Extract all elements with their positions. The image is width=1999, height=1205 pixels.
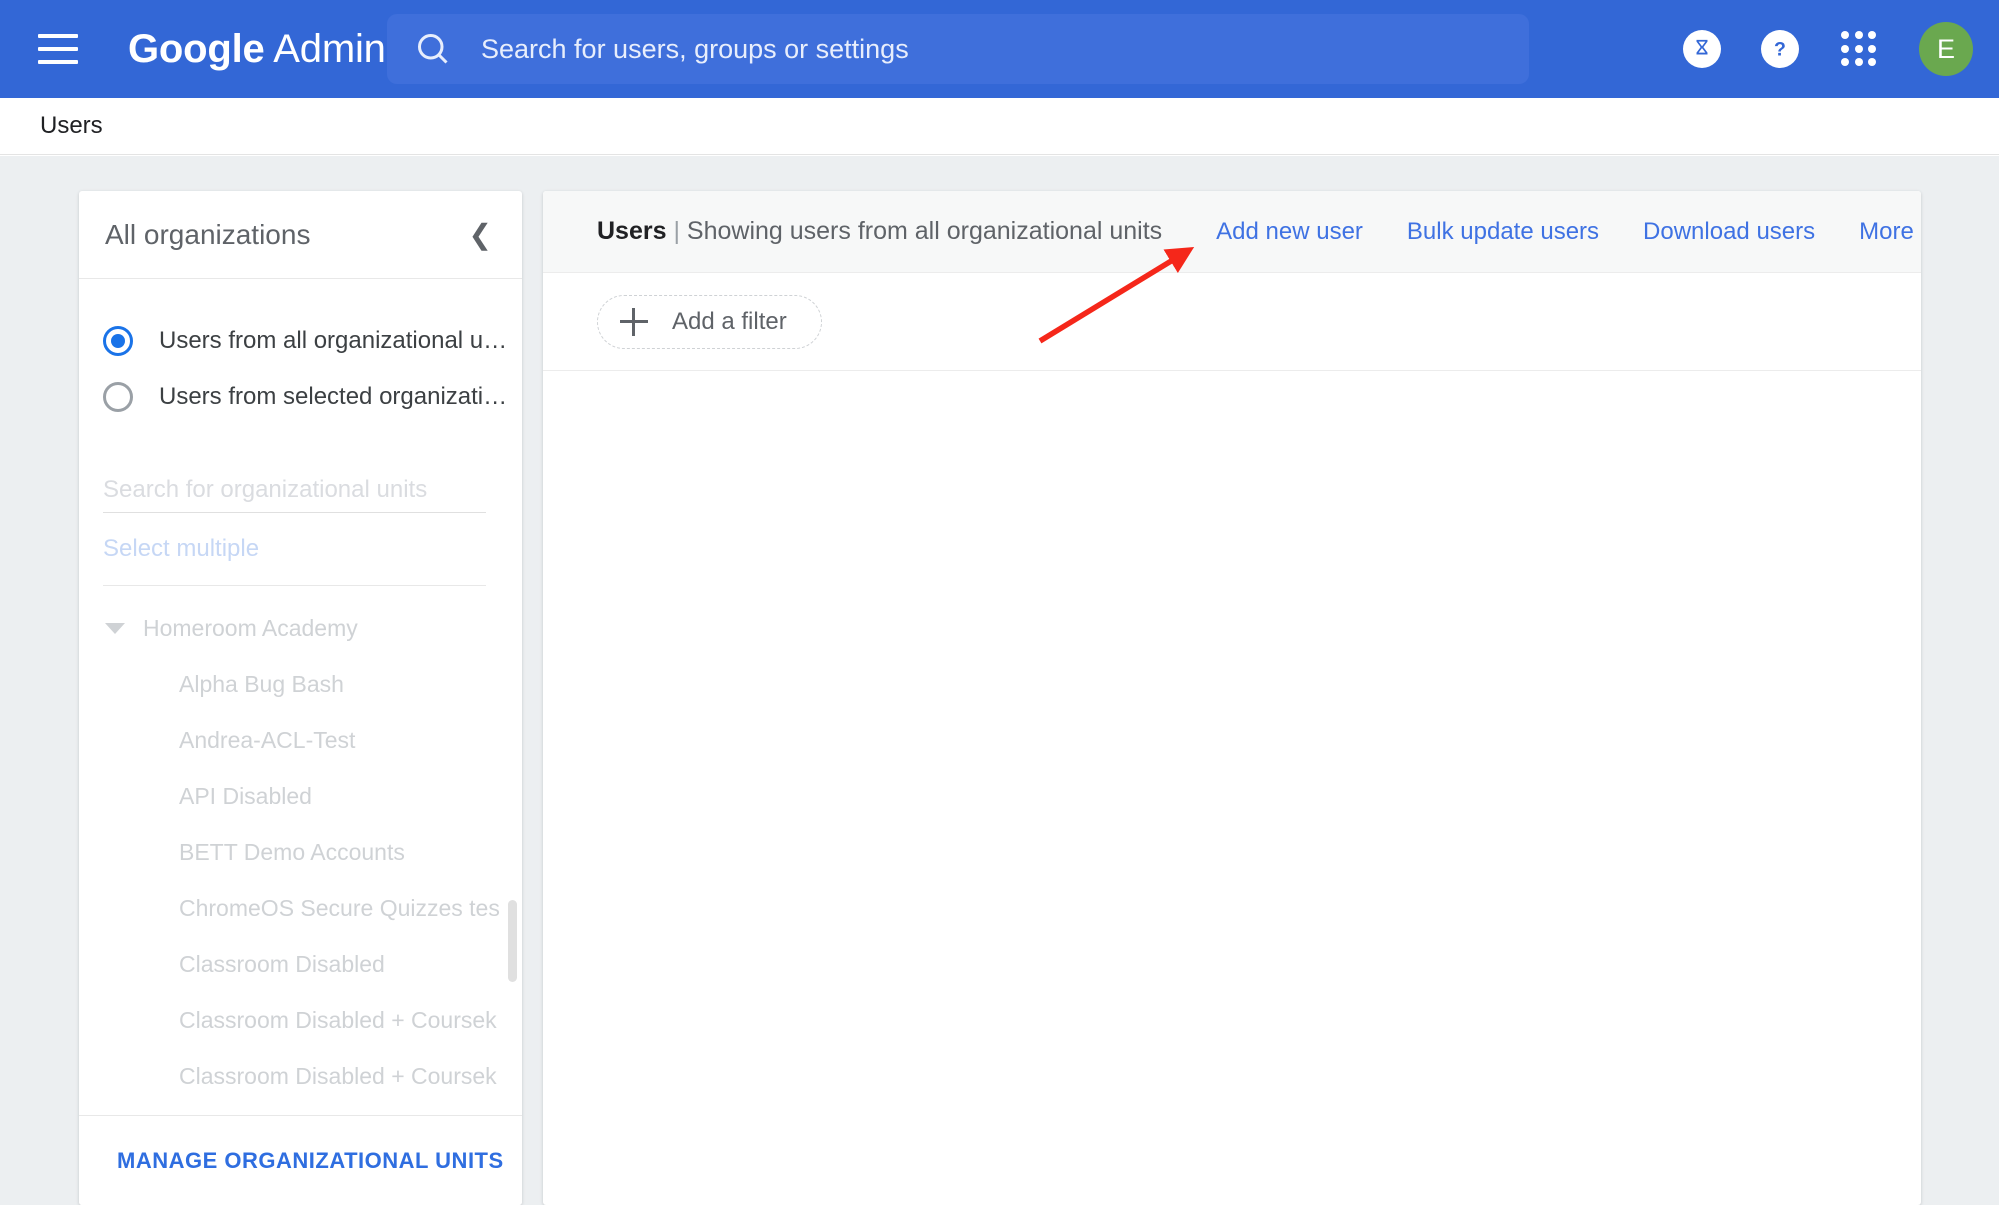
ou-tree-item-label: Classroom Disabled <box>179 950 385 977</box>
hourglass-icon[interactable] <box>1683 30 1721 68</box>
breadcrumb: Users <box>0 98 1999 155</box>
search-input[interactable]: Search for users, groups or settings <box>387 14 1529 84</box>
bulk-update-users-button[interactable]: Bulk update users <box>1407 218 1599 246</box>
users-panel-actions: Add new user Bulk update users Download … <box>1216 218 1921 246</box>
radio-indicator-selected <box>103 382 133 412</box>
ou-search-placeholder: Search for organizational units <box>103 476 428 503</box>
hamburger-menu-icon[interactable] <box>38 34 78 64</box>
radio-all-organizational-units[interactable]: Users from all organizational units <box>79 313 522 369</box>
ou-tree-item-label: API Disabled <box>179 782 312 809</box>
brand-google: Google <box>128 26 265 71</box>
page-title-subtitle: Showing users from all organizational un… <box>686 217 1163 245</box>
organizational-units-panel: All organizations ❮ Users from all organ… <box>79 191 522 1205</box>
filter-bar: Add a filter <box>543 273 1921 371</box>
top-app-bar: Google Admin Search for users, groups or… <box>0 0 1999 98</box>
users-panel: Users | Showing users from all organizat… <box>543 191 1921 1205</box>
ou-tree-item[interactable]: BETT Demo Accounts <box>79 824 522 880</box>
caret-down-icon[interactable] <box>105 622 125 634</box>
divider <box>103 585 486 586</box>
question-glyph: ? <box>1774 39 1786 61</box>
add-filter-label: Add a filter <box>672 307 787 335</box>
page-title-main: Users <box>597 217 667 245</box>
download-users-button[interactable]: Download users <box>1643 218 1815 246</box>
add-new-user-button[interactable]: Add new user <box>1216 218 1363 246</box>
svg-text:?: ? <box>1774 39 1786 61</box>
ou-tree-item-label: Andrea-ACL-Test <box>179 726 356 753</box>
ou-tree-item[interactable]: ChromeOS Secure Quizzes tes <box>79 880 522 936</box>
page-body: All organizations ❮ Users from all organ… <box>0 156 1999 1205</box>
brand-admin: Admin <box>273 26 386 71</box>
radio-selected-organizational-units[interactable]: Users from selected organizational... <box>79 369 522 425</box>
ou-tree-item-label: Classroom Disabled + Coursek <box>179 1006 497 1033</box>
radio-indicator-all <box>103 326 133 356</box>
page-title-separator: | <box>673 217 680 245</box>
ou-tree-item-label: Homeroom Academy <box>143 614 358 641</box>
ou-tree-item[interactable]: Classroom Disabled + Coursek <box>79 1048 522 1104</box>
ou-tree-item-label: Classroom Disabled + Coursek <box>179 1062 497 1089</box>
page-title: Users | Showing users from all organizat… <box>597 217 1162 246</box>
organizational-units-header: All organizations ❮ <box>79 191 522 279</box>
users-panel-header: Users | Showing users from all organizat… <box>543 191 1921 273</box>
product-logo[interactable]: Google Admin <box>128 27 386 72</box>
ou-tree-item-label: BETT Demo Accounts <box>179 838 405 865</box>
plus-icon <box>620 307 648 336</box>
breadcrumb-current: Users <box>40 112 103 139</box>
manage-organizational-units-button[interactable]: MANAGE ORGANIZATIONAL UNITS <box>117 1148 504 1174</box>
help-question-icon[interactable]: ? <box>1761 30 1799 68</box>
ou-tree-item[interactable]: Andrea-ACL-Test <box>79 712 522 768</box>
ou-tree-item[interactable]: Classroom Disabled <box>79 936 522 992</box>
search-icon <box>418 33 448 64</box>
ou-search-input[interactable]: Search for organizational units <box>103 461 486 513</box>
add-filter-button[interactable]: Add a filter <box>597 294 822 349</box>
more-actions-label: More <box>1859 217 1914 245</box>
avatar[interactable]: E <box>1919 22 1973 76</box>
ou-tree-item[interactable]: Alpha Bug Bash <box>79 656 522 712</box>
panel-title: All organizations <box>105 218 311 250</box>
organizational-units-footer: MANAGE ORGANIZATIONAL UNITS <box>79 1115 522 1205</box>
radio-label-all: Users from all organizational units <box>159 327 512 354</box>
ou-tree-item-label: ChromeOS Secure Quizzes tes <box>179 894 500 921</box>
ou-tree-item[interactable]: Classroom Disabled + Coursek <box>79 992 522 1048</box>
hourglass-glyph <box>1696 39 1708 55</box>
app-bar-actions: ? E <box>1683 0 1973 98</box>
apps-grid-icon[interactable] <box>1839 29 1879 69</box>
vertical-scrollbar[interactable] <box>508 900 517 982</box>
ou-tree-item-label: Alpha Bug Bash <box>179 670 344 697</box>
more-actions-button[interactable]: More <box>1859 218 1921 246</box>
ou-tree-item[interactable]: Homeroom Academy <box>79 600 522 656</box>
select-multiple-link[interactable]: Select multiple <box>103 535 259 563</box>
chevron-left-icon[interactable]: ❮ <box>461 218 500 251</box>
radio-label-selected: Users from selected organizational... <box>159 383 512 410</box>
ou-tree-item[interactable]: API Disabled <box>79 768 522 824</box>
search-placeholder: Search for users, groups or settings <box>481 33 909 64</box>
